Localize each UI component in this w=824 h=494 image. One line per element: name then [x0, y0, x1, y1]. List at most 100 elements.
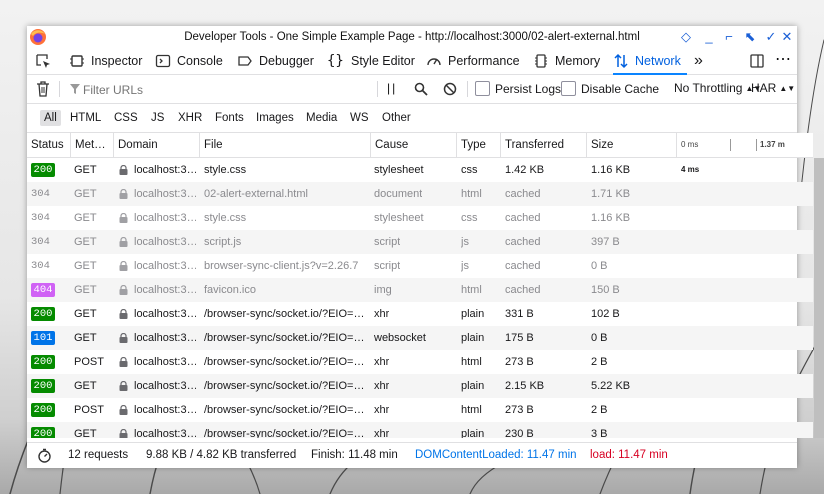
tab-label: Memory: [555, 54, 601, 68]
restore-icon[interactable]: ⌐: [720, 28, 738, 46]
disable-cache-checkbox[interactable]: Disable Cache: [561, 81, 659, 96]
cell-transferred: cached: [505, 284, 541, 296]
cell-type: plain: [461, 308, 485, 320]
cell-type: plain: [461, 428, 485, 438]
type-filter-js[interactable]: JS: [147, 110, 168, 126]
table-row[interactable]: 304 GET localhost:3… 02-alert-external.html…: [27, 182, 813, 206]
type-filter-xhr[interactable]: XHR: [174, 110, 206, 126]
cell-method: GET: [74, 188, 97, 200]
cell-domain: localhost:3…: [134, 380, 196, 392]
stopwatch-icon[interactable]: [37, 448, 52, 463]
cell-method: GET: [74, 428, 97, 438]
type-filter-html[interactable]: HTML: [66, 110, 105, 126]
column-header-domain[interactable]: Domain: [114, 133, 200, 157]
waterfall-timing: 4 ms: [681, 165, 700, 174]
chevron-down-icon: ▲▼: [779, 83, 796, 93]
table-row[interactable]: 304 GET localhost:3… style.css stylesheet css…: [27, 206, 813, 230]
cell-file: /browser-sync/socket.io/?EIO=…: [204, 404, 365, 416]
cell-transferred: 175 B: [505, 332, 534, 344]
type-filter-other[interactable]: Other: [378, 110, 415, 126]
dock-side-icon[interactable]: [749, 53, 765, 69]
waterfall-tick-mark: [756, 139, 757, 151]
checkbox-box[interactable]: [561, 81, 576, 96]
cell-type: css: [461, 212, 478, 224]
type-filter-images[interactable]: Images: [252, 110, 298, 126]
har-menu[interactable]: HAR ▲▼: [751, 81, 795, 95]
type-filter-ws[interactable]: WS: [346, 110, 373, 126]
title-bar: Developer Tools - One Simple Example Pag…: [27, 26, 797, 48]
cell-domain: localhost:3…: [134, 212, 196, 224]
type-filter-all[interactable]: All: [40, 110, 61, 126]
throttling-select[interactable]: No Throttling ▲▼: [674, 81, 761, 95]
table-row[interactable]: 304 GET localhost:3… script.js script js cache…: [27, 230, 813, 254]
cell-file: /browser-sync/socket.io/?EIO=…: [204, 332, 365, 344]
status-badge: 200: [31, 163, 55, 177]
table-row[interactable]: 200 POST localhost:3… /browser-sync/socket.…: [27, 398, 813, 422]
column-header-cause[interactable]: Cause: [371, 133, 457, 157]
type-filter-css[interactable]: CSS: [110, 110, 142, 126]
search-icon[interactable]: [414, 82, 428, 96]
tab-performance[interactable]: Performance: [426, 48, 520, 74]
tab-style-editor[interactable]: {} Style Editor: [327, 48, 415, 74]
table-row[interactable]: 304 GET localhost:3… browser-sync-client.js…: [27, 254, 813, 278]
tab-memory[interactable]: Memory: [533, 48, 600, 74]
overflow-menu-icon[interactable]: ⋯: [775, 52, 791, 68]
cell-type: html: [461, 404, 482, 416]
cell-cause: xhr: [374, 380, 390, 392]
tab-label: Debugger: [259, 54, 314, 68]
cell-size: 2 B: [591, 404, 608, 416]
minimize-icon[interactable]: _: [700, 28, 718, 46]
table-row[interactable]: 404 GET localhost:3… favicon.ico img html cach…: [27, 278, 813, 302]
type-filter-fonts[interactable]: Fonts: [211, 110, 248, 126]
lock-icon: [119, 237, 128, 247]
cell-transferred: cached: [505, 212, 541, 224]
tab-network[interactable]: Network: [613, 48, 687, 75]
disable-cache-label: Disable Cache: [581, 81, 660, 96]
more-tools-chevron-icon[interactable]: »: [694, 48, 703, 74]
block-icon[interactable]: [443, 82, 457, 96]
cell-file: 02-alert-external.html: [204, 188, 308, 200]
column-header-type[interactable]: Type: [457, 133, 501, 157]
cell-type: js: [461, 260, 469, 272]
persist-logs-label: Persist Logs: [495, 81, 562, 96]
column-header-file[interactable]: File: [200, 133, 371, 157]
cell-cause: script: [374, 260, 401, 272]
pin-icon[interactable]: ◇: [677, 28, 695, 46]
status-badge: 404: [31, 283, 55, 297]
tab-debugger[interactable]: Debugger: [237, 48, 314, 74]
scrollbar[interactable]: [814, 158, 824, 438]
cell-transferred: 273 B: [505, 356, 534, 368]
status-badge: 200: [31, 403, 55, 417]
persist-logs-checkbox[interactable]: Persist Logs: [475, 81, 561, 96]
table-row[interactable]: 101 GET localhost:3… /browser-sync/socket.i…: [27, 326, 813, 350]
braces-icon: {}: [327, 53, 344, 69]
debugger-icon: [238, 56, 252, 66]
dom-content-loaded-time: DOMContentLoaded: 11.47 min: [415, 449, 577, 461]
column-header-method[interactable]: Met…: [71, 133, 114, 157]
tab-inspector[interactable]: Inspector: [69, 48, 142, 74]
cell-type: plain: [461, 332, 485, 344]
table-row[interactable]: 200 GET localhost:3… /browser-sync/socket.i…: [27, 374, 813, 398]
cell-transferred: 2.15 KB: [505, 380, 545, 392]
tab-console[interactable]: Console: [155, 48, 223, 74]
table-row[interactable]: 200 GET localhost:3… /browser-sync/socket.i…: [27, 422, 813, 438]
url-filter-input[interactable]: [67, 79, 385, 101]
column-header-transferred[interactable]: Transferred: [501, 133, 587, 157]
separator: [377, 81, 378, 97]
table-row[interactable]: 200 GET localhost:3… style.css stylesheet css…: [27, 158, 813, 182]
close-icon[interactable]: ✕: [778, 28, 796, 46]
type-filter-media[interactable]: Media: [302, 110, 341, 126]
column-header-size[interactable]: Size: [587, 133, 677, 157]
memory-icon: [535, 54, 547, 68]
element-picker-icon[interactable]: [35, 53, 51, 69]
pause-icon[interactable]: ||: [387, 81, 397, 95]
trash-icon[interactable]: [36, 81, 50, 97]
maximize-icon[interactable]: ⬉: [741, 28, 759, 46]
checkbox-box[interactable]: [475, 81, 490, 96]
column-header-status[interactable]: Status: [27, 133, 71, 157]
cell-method: POST: [74, 356, 104, 368]
table-row[interactable]: 200 GET localhost:3… /browser-sync/socket.i…: [27, 302, 813, 326]
cell-file: script.js: [204, 236, 242, 248]
status-badge: 304: [31, 260, 50, 272]
table-row[interactable]: 200 POST localhost:3… /browser-sync/socket.…: [27, 350, 813, 374]
